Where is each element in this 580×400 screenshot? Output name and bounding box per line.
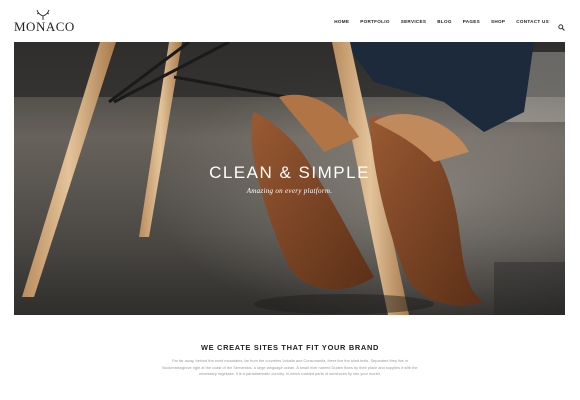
section-title: WE CREATE SITES THAT FIT YOUR BRAND [200,343,380,352]
logo-text: MONACO [14,19,75,34]
nav-blog[interactable]: BLOG [437,19,451,24]
nav-services[interactable]: SERVICES [401,19,427,24]
hero-subtitle: Amazing on every platform. [246,187,333,195]
nav-contact-us[interactable]: CONTACT US [516,19,549,24]
main-nav: HOME PORTFOLIO SERVICES BLOG PAGES SHOP … [323,18,565,31]
search-icon[interactable] [558,18,565,31]
nav-portfolio[interactable]: PORTFOLIO [360,19,390,24]
site-header: MONACO HOME PORTFOLIO SERVICES BLOG PAGE… [0,0,580,42]
hero-banner: CLEAN & SIMPLE Amazing on every platform… [14,42,565,315]
section-body: Far far away, behind the word mountains,… [162,358,418,376]
hero-title: CLEAN & SIMPLE [209,163,370,182]
nav-shop[interactable]: SHOP [491,19,505,24]
nav-pages[interactable]: PAGES [463,19,480,24]
nav-home[interactable]: HOME [334,19,349,24]
